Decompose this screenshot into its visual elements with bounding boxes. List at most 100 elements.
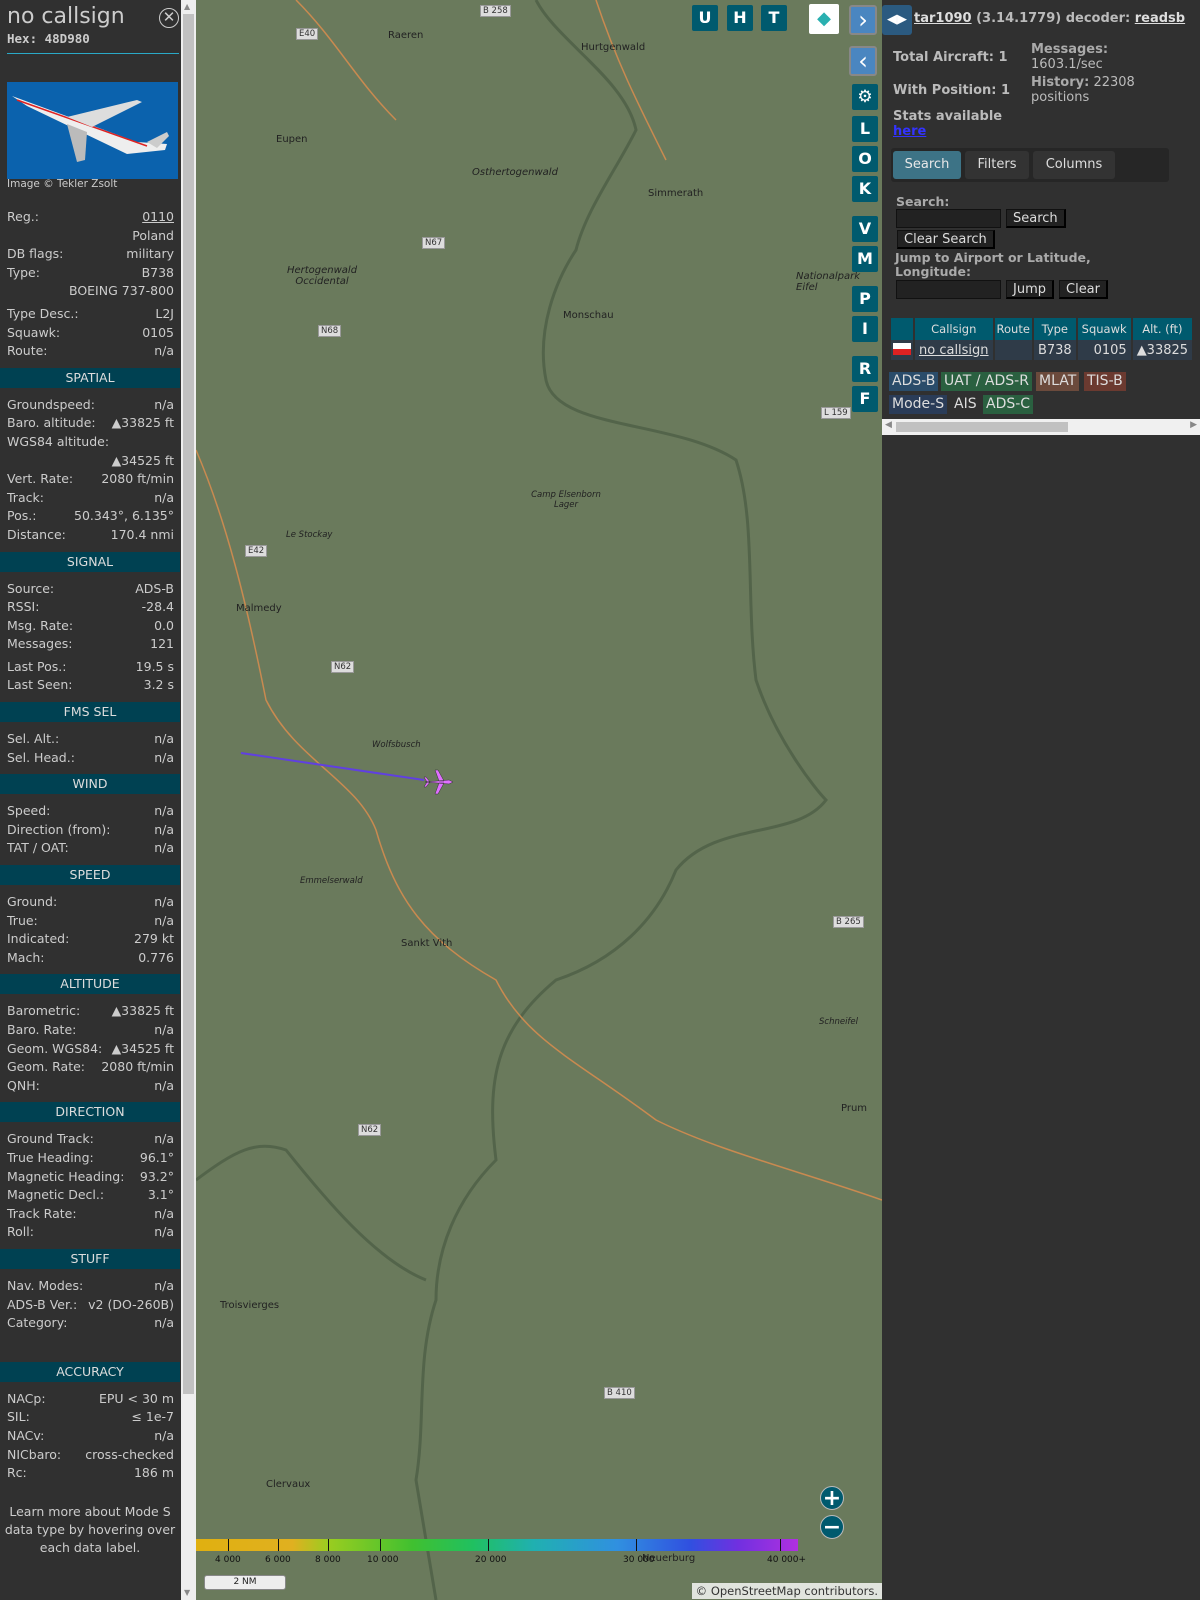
- info-label[interactable]: SIL:: [7, 1408, 30, 1427]
- info-label[interactable]: Type:: [7, 264, 40, 283]
- info-label[interactable]: DB flags:: [7, 245, 63, 264]
- layers-icon[interactable]: ◆: [809, 4, 839, 34]
- col-route[interactable]: Route: [994, 318, 1032, 340]
- info-label[interactable]: Sel. Head.:: [7, 749, 75, 768]
- info-label[interactable]: Groundspeed:: [7, 396, 95, 415]
- info-label[interactable]: Rc:: [7, 1464, 27, 1483]
- info-label[interactable]: RSSI:: [7, 598, 39, 617]
- badge-adsc[interactable]: ADS-C: [983, 395, 1034, 414]
- tab-columns[interactable]: Columns: [1033, 151, 1115, 179]
- info-value[interactable]: 0110: [142, 208, 174, 227]
- button-r[interactable]: R: [852, 356, 878, 382]
- zoom-out-button[interactable]: −: [820, 1515, 844, 1539]
- info-label[interactable]: NACv:: [7, 1427, 44, 1446]
- button-k[interactable]: K: [852, 176, 878, 202]
- info-label[interactable]: Category:: [7, 1314, 67, 1333]
- clear-jump-button[interactable]: Clear: [1059, 280, 1108, 299]
- button-t[interactable]: T: [761, 5, 787, 31]
- info-label[interactable]: Barometric:: [7, 1002, 80, 1021]
- info-label[interactable]: True Heading:: [7, 1149, 94, 1168]
- stats-link[interactable]: here: [893, 124, 926, 139]
- attribution[interactable]: © OpenStreetMap contributors.: [691, 1583, 882, 1599]
- col-type[interactable]: Type: [1033, 318, 1076, 340]
- info-label[interactable]: Track Rate:: [7, 1205, 77, 1224]
- col-callsign[interactable]: Callsign: [915, 318, 993, 340]
- info-label[interactable]: Messages:: [7, 635, 73, 654]
- info-label[interactable]: Indicated:: [7, 930, 69, 949]
- info-label[interactable]: Roll:: [7, 1223, 34, 1242]
- close-icon[interactable]: ✕: [159, 8, 179, 28]
- info-label[interactable]: Vert. Rate:: [7, 470, 73, 489]
- button-u[interactable]: U: [692, 5, 718, 31]
- button-i[interactable]: I: [852, 316, 878, 342]
- info-label[interactable]: Nav. Modes:: [7, 1277, 83, 1296]
- sidebar-scrollbar[interactable]: ▲ ▼: [181, 0, 196, 1600]
- search-button[interactable]: Search: [1006, 209, 1066, 228]
- settings-gear-icon[interactable]: ⚙: [852, 84, 878, 110]
- button-p[interactable]: P: [852, 286, 878, 312]
- table-row[interactable]: no callsign B738 0105 ▲33825: [891, 340, 1193, 360]
- info-label[interactable]: Squawk:: [7, 324, 60, 343]
- info-label[interactable]: TAT / OAT:: [7, 839, 69, 858]
- button-m[interactable]: M: [852, 246, 878, 272]
- button-f[interactable]: F: [852, 386, 878, 412]
- info-label[interactable]: Last Seen:: [7, 676, 72, 695]
- info-label[interactable]: Pos.:: [7, 507, 36, 526]
- button-v[interactable]: V: [852, 216, 878, 242]
- badge-uat[interactable]: UAT / ADS-R: [941, 372, 1032, 391]
- info-label[interactable]: Baro. Rate:: [7, 1021, 76, 1040]
- info-label[interactable]: Speed:: [7, 802, 50, 821]
- info-label[interactable]: Geom. Rate:: [7, 1058, 85, 1077]
- map[interactable]: Raeren Eupen Hurtgenwald Osthertogenwald…: [196, 0, 882, 1600]
- info-label[interactable]: ADS-B Ver.:: [7, 1296, 77, 1315]
- info-label[interactable]: NACp:: [7, 1390, 46, 1409]
- info-label[interactable]: Direction (from):: [7, 821, 111, 840]
- button-h[interactable]: H: [727, 5, 753, 31]
- info-label[interactable]: Reg.:: [7, 208, 39, 227]
- info-label[interactable]: Ground Track:: [7, 1130, 94, 1149]
- search-input[interactable]: [896, 209, 1001, 228]
- button-l[interactable]: L: [852, 116, 878, 142]
- callsign-cell[interactable]: no callsign: [915, 340, 993, 360]
- zoom-in-button[interactable]: +: [820, 1486, 844, 1510]
- tab-filters[interactable]: Filters: [965, 151, 1029, 179]
- tab-search[interactable]: Search: [893, 151, 961, 179]
- expand-right-button[interactable]: ›: [849, 5, 877, 35]
- info-label[interactable]: Type Desc.:: [7, 305, 79, 324]
- info-label[interactable]: NICbaro:: [7, 1446, 61, 1465]
- info-label[interactable]: Msg. Rate:: [7, 617, 73, 636]
- col-altitude[interactable]: Alt. (ft): [1132, 318, 1193, 340]
- jump-input[interactable]: [896, 280, 1001, 299]
- clear-search-button[interactable]: Clear Search: [897, 230, 995, 249]
- table-horizontal-scrollbar[interactable]: ◀ ▶: [882, 419, 1200, 435]
- badge-modes[interactable]: Mode-S: [889, 395, 948, 414]
- badge-mlat[interactable]: MLAT: [1036, 372, 1080, 391]
- info-label[interactable]: True:: [7, 912, 38, 931]
- info-label[interactable]: Mach:: [7, 949, 44, 968]
- info-label[interactable]: Distance:: [7, 526, 66, 545]
- info-label[interactable]: Magnetic Heading:: [7, 1168, 124, 1187]
- decoder-link[interactable]: readsb: [1135, 11, 1185, 26]
- info-label[interactable]: Geom. WGS84:: [7, 1040, 102, 1059]
- info-label[interactable]: Source:: [7, 580, 54, 599]
- tar1090-link[interactable]: tar1090: [914, 11, 972, 26]
- col-squawk[interactable]: Squawk: [1077, 318, 1131, 340]
- button-o[interactable]: O: [852, 146, 878, 172]
- info-label[interactable]: Route:: [7, 342, 48, 361]
- info-label[interactable]: Ground:: [7, 893, 57, 912]
- info-label[interactable]: Sel. Alt.:: [7, 730, 59, 749]
- collapse-left-button[interactable]: ‹: [849, 46, 877, 76]
- aircraft-photo[interactable]: [7, 82, 178, 179]
- badge-tisb[interactable]: TIS-B: [1084, 372, 1126, 391]
- col-flag[interactable]: [891, 318, 913, 340]
- jump-button[interactable]: Jump: [1006, 280, 1054, 299]
- info-label[interactable]: Magnetic Decl.:: [7, 1186, 104, 1205]
- info-label[interactable]: Baro. altitude:: [7, 414, 96, 433]
- badge-adsb[interactable]: ADS-B: [889, 372, 939, 391]
- info-label[interactable]: Last Pos.:: [7, 658, 66, 677]
- info-label[interactable]: WGS84 altitude:: [7, 433, 109, 452]
- toggle-sidebar-button[interactable]: ◀▶: [882, 5, 912, 35]
- badge-ais[interactable]: AIS: [951, 395, 980, 414]
- info-label[interactable]: Track:: [7, 489, 44, 508]
- info-label[interactable]: QNH:: [7, 1077, 40, 1096]
